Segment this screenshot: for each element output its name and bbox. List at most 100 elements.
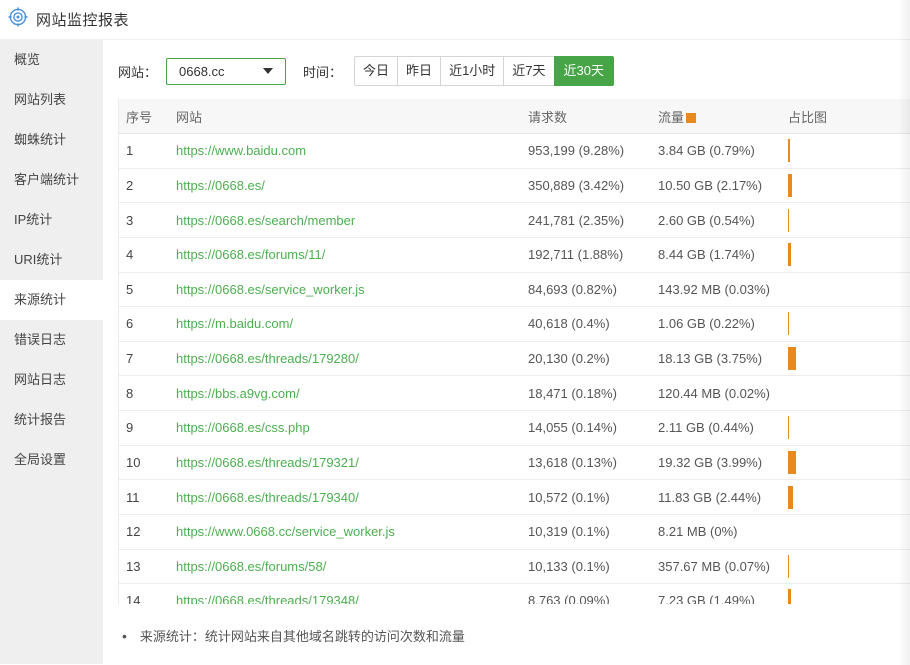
site-cell: https://m.baidu.com/	[169, 316, 521, 331]
site-link[interactable]: https://0668.es/search/member	[176, 213, 355, 228]
site-cell: https://bbs.a9vg.com/	[169, 386, 521, 401]
requests-cell: 18,471 (0.18%)	[521, 386, 651, 401]
sidebar-item-错误日志[interactable]: 错误日志	[0, 320, 103, 360]
table-row: 8https://bbs.a9vg.com/18,471 (0.18%)120.…	[119, 376, 910, 411]
traffic-bar	[788, 555, 789, 578]
site-link[interactable]: https://0668.es/threads/179280/	[176, 351, 359, 366]
col-header-chart: 占比图	[786, 99, 910, 133]
site-select[interactable]: 0668.cc	[166, 58, 286, 85]
site-label: 网站：	[118, 62, 157, 81]
table-row: 1https://www.baidu.com953,199 (9.28%)3.8…	[119, 134, 910, 169]
site-link[interactable]: https://0668.es/	[176, 178, 265, 193]
sidebar-item-概览[interactable]: 概览	[0, 40, 103, 80]
requests-cell: 8,763 (0.09%)	[521, 593, 651, 604]
traffic-cell: 10.50 GB (2.17%)	[651, 178, 786, 193]
traffic-bar	[788, 139, 790, 162]
traffic-bar	[788, 451, 796, 474]
site-cell: https://0668.es/forums/11/	[169, 247, 521, 262]
site-link[interactable]: https://www.baidu.com	[176, 143, 306, 158]
time-button-近30天[interactable]: 近30天	[554, 56, 614, 86]
proportion-cell	[786, 134, 910, 168]
time-button-近7天[interactable]: 近7天	[503, 56, 554, 86]
sidebar-item-IP统计[interactable]: IP统计	[0, 200, 103, 240]
proportion-cell	[786, 446, 910, 480]
site-link[interactable]: https://bbs.a9vg.com/	[176, 386, 300, 401]
sidebar-item-蜘蛛统计[interactable]: 蜘蛛统计	[0, 120, 103, 160]
sidebar-item-网站日志[interactable]: 网站日志	[0, 360, 103, 400]
row-index-cell: 10	[119, 455, 169, 470]
requests-cell: 84,693 (0.82%)	[521, 282, 651, 297]
main-content: 网站： 0668.cc 时间： 今日昨日近1小时近7天近30天 序号 网站 请求…	[103, 40, 910, 664]
sidebar-item-客户端统计[interactable]: 客户端统计	[0, 160, 103, 200]
site-link[interactable]: https://m.baidu.com/	[176, 316, 293, 331]
requests-cell: 20,130 (0.2%)	[521, 351, 651, 366]
site-link[interactable]: https://0668.es/threads/179321/	[176, 455, 359, 470]
site-link[interactable]: https://0668.es/forums/11/	[176, 247, 325, 262]
proportion-cell	[786, 342, 910, 376]
requests-cell: 10,572 (0.1%)	[521, 490, 651, 505]
traffic-bar	[788, 347, 796, 370]
row-index-cell: 14	[119, 593, 169, 604]
row-index-cell: 2	[119, 178, 169, 193]
table-row: 13https://0668.es/forums/58/10,133 (0.1%…	[119, 550, 910, 585]
time-button-昨日[interactable]: 昨日	[397, 56, 441, 86]
proportion-cell	[786, 307, 910, 341]
footnote-text: 来源统计：统计网站来自其他域名跳转的访问次数和流量	[140, 626, 465, 645]
proportion-cell	[786, 411, 910, 445]
requests-cell: 192,711 (1.88%)	[521, 247, 651, 262]
row-index-cell: 1	[119, 143, 169, 158]
traffic-cell: 2.11 GB (0.44%)	[651, 420, 786, 435]
traffic-cell: 11.83 GB (2.44%)	[651, 490, 786, 505]
requests-cell: 13,618 (0.13%)	[521, 455, 651, 470]
traffic-cell: 143.92 MB (0.03%)	[651, 282, 786, 297]
footnote: • 来源统计：统计网站来自其他域名跳转的访问次数和流量	[118, 626, 910, 645]
time-button-今日[interactable]: 今日	[354, 56, 398, 86]
col-header-traffic: 流量	[651, 107, 786, 126]
requests-cell: 241,781 (2.35%)	[521, 213, 651, 228]
proportion-cell	[786, 238, 910, 272]
table-row: 7 https://0668.es/threads/179280/20,130 (…	[119, 342, 910, 377]
sidebar: 概览网站列表蜘蛛统计客户端统计IP统计URI统计来源统计错误日志网站日志统计报告…	[0, 40, 103, 664]
chevron-down-icon	[263, 68, 273, 74]
proportion-cell	[786, 203, 910, 237]
sidebar-item-URI统计[interactable]: URI统计	[0, 240, 103, 280]
sidebar-item-全局设置[interactable]: 全局设置	[0, 440, 103, 480]
site-link[interactable]: https://0668.es/threads/179348/	[176, 593, 359, 604]
col-header-index: 序号	[119, 107, 169, 126]
traffic-cell: 18.13 GB (3.75%)	[651, 351, 786, 366]
site-cell: https://www.baidu.com	[169, 143, 521, 158]
traffic-bar	[788, 174, 792, 197]
table-row: 14 https://0668.es/threads/179348/8,763 (…	[119, 584, 910, 604]
time-button-近1小时[interactable]: 近1小时	[440, 56, 504, 86]
site-select-value: 0668.cc	[179, 64, 225, 79]
traffic-cell: 120.44 MB (0.02%)	[651, 386, 786, 401]
sidebar-item-统计报告[interactable]: 统计报告	[0, 400, 103, 440]
requests-cell: 10,133 (0.1%)	[521, 559, 651, 574]
site-link[interactable]: https://0668.es/service_worker.js	[176, 282, 365, 297]
site-link[interactable]: https://www.0668.cc/service_worker.js	[176, 524, 395, 539]
site-link[interactable]: https://0668.es/forums/58/	[176, 559, 326, 574]
sidebar-item-来源统计[interactable]: 来源统计	[0, 280, 103, 320]
site-cell: https://0668.es/threads/179340/	[169, 490, 521, 505]
sidebar-item-网站列表[interactable]: 网站列表	[0, 80, 103, 120]
traffic-cell: 8.21 MB (0%)	[651, 524, 786, 539]
row-index-cell: 5	[119, 282, 169, 297]
traffic-bar	[788, 589, 791, 604]
site-link[interactable]: https://0668.es/threads/179340/	[176, 490, 359, 505]
traffic-cell: 1.06 GB (0.22%)	[651, 316, 786, 331]
traffic-cell: 3.84 GB (0.79%)	[651, 143, 786, 158]
proportion-cell	[786, 584, 910, 604]
site-cell: https://www.0668.cc/service_worker.js	[169, 524, 521, 539]
requests-cell: 40,618 (0.4%)	[521, 316, 651, 331]
row-index-cell: 7	[119, 351, 169, 366]
requests-cell: 10,319 (0.1%)	[521, 524, 651, 539]
col-header-requests: 请求数	[521, 107, 651, 126]
page-title: 网站监控报表	[36, 9, 129, 30]
row-index-cell: 3	[119, 213, 169, 228]
table-row: 5 https://0668.es/service_worker.js 84,693…	[119, 273, 910, 308]
site-link[interactable]: https://0668.es/css.php	[176, 420, 310, 435]
table-row: 11https://0668.es/threads/179340/10,572 …	[119, 480, 910, 515]
row-index-cell: 4	[119, 247, 169, 262]
row-index-cell: 9	[119, 420, 169, 435]
site-cell: https://0668.es/forums/58/	[169, 559, 521, 574]
